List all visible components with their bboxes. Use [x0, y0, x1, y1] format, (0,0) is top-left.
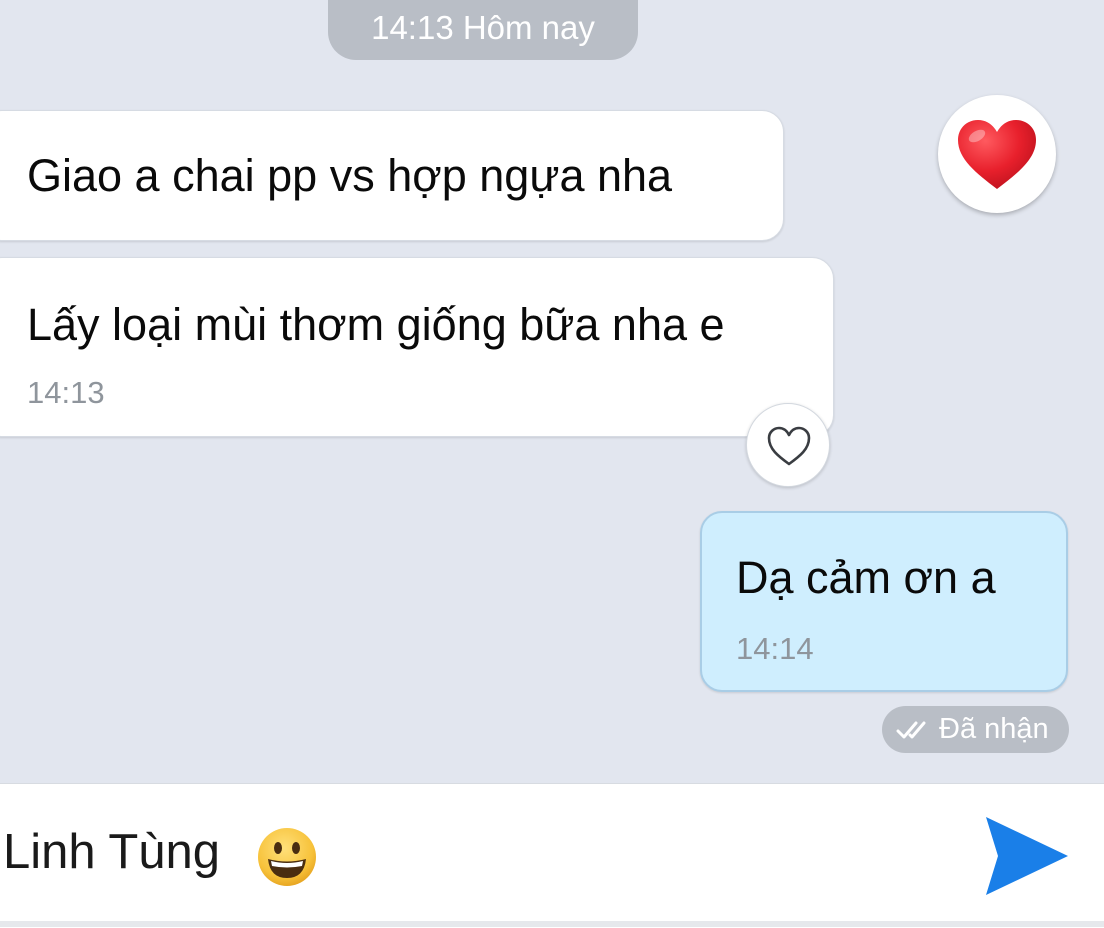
message-composer: Linh Tùng: [0, 783, 1104, 928]
message-input[interactable]: Linh Tùng: [3, 822, 220, 882]
heart-outline-icon: [767, 426, 811, 466]
send-icon: [986, 817, 1068, 895]
delivery-status-text: Đã nhận: [939, 713, 1049, 745]
grinning-face-emoji-icon: [258, 828, 316, 886]
bottom-divider: [0, 921, 1104, 927]
heart-reaction-button[interactable]: [938, 95, 1056, 213]
incoming-message-bubble[interactable]: Giao a chai pp vs hợp ngựa nha: [0, 110, 784, 241]
message-timestamp: 14:14: [736, 631, 814, 666]
incoming-message-bubble[interactable]: Lấy loại mùi thơm giống bữa nha e 14:13: [0, 257, 834, 437]
react-heart-button[interactable]: [746, 403, 830, 487]
message-text: Dạ cảm ơn a: [736, 552, 996, 603]
delivery-status-badge: Đã nhận: [882, 706, 1069, 753]
chat-message-list[interactable]: 14:13 Hôm nay Giao a chai pp vs hợp ngựa…: [0, 0, 1104, 783]
heart-icon: [958, 120, 1036, 189]
message-timestamp: 14:13: [27, 375, 105, 410]
message-text: Giao a chai pp vs hợp ngựa nha: [27, 150, 673, 201]
date-separator: 14:13 Hôm nay: [328, 0, 638, 60]
outgoing-message-bubble[interactable]: Dạ cảm ơn a 14:14: [700, 511, 1068, 692]
send-button[interactable]: [982, 815, 1070, 897]
message-text: Lấy loại mùi thơm giống bữa nha e: [27, 299, 725, 350]
double-check-icon: [896, 721, 926, 739]
